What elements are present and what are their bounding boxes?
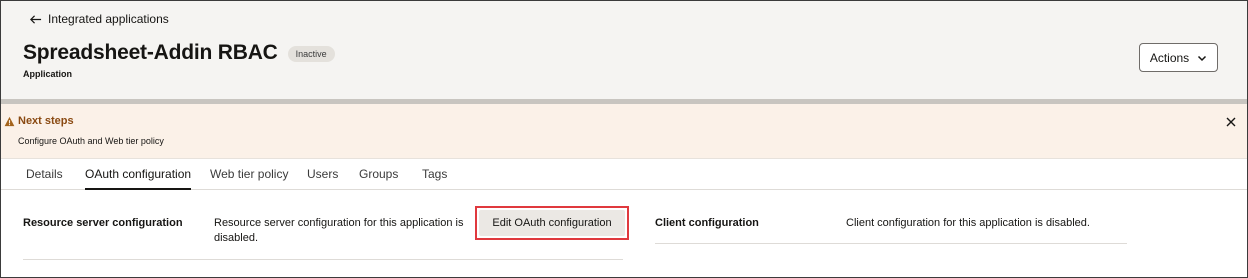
page-subtitle: Application <box>23 69 72 79</box>
title-row: Spreadsheet-Addin RBAC Inactive <box>23 41 335 65</box>
resource-server-label: Resource server configuration <box>23 217 183 229</box>
back-link[interactable]: Integrated applications <box>29 12 169 26</box>
resource-server-description: Resource server configuration for this a… <box>214 217 464 244</box>
edit-oauth-configuration-label: Edit OAuth configuration <box>479 210 625 236</box>
actions-button[interactable]: Actions <box>1139 43 1218 72</box>
status-badge: Inactive <box>287 46 335 62</box>
tab-web-tier-policy[interactable]: Web tier policy <box>210 167 288 190</box>
page-title: Spreadsheet-Addin RBAC <box>23 41 278 64</box>
tab-details[interactable]: Details <box>26 167 63 190</box>
tab-bar: Details OAuth configuration Web tier pol… <box>1 160 1247 190</box>
tab-groups[interactable]: Groups <box>359 167 398 190</box>
next-steps-banner: Next steps Configure OAuth and Web tier … <box>1 104 1247 159</box>
banner-title: Next steps <box>18 115 74 127</box>
close-icon[interactable] <box>1225 116 1237 128</box>
edit-oauth-configuration-button[interactable]: Edit OAuth configuration <box>475 206 629 240</box>
arrow-left-icon <box>30 14 42 24</box>
client-configuration-description: Client configuration for this applicatio… <box>846 217 1090 229</box>
resource-server-divider <box>23 259 623 260</box>
client-configuration-divider <box>655 243 1127 244</box>
chevron-down-icon <box>1198 55 1207 61</box>
tab-tags[interactable]: Tags <box>422 167 447 190</box>
app-window: Integrated applications Spreadsheet-Addi… <box>0 0 1248 278</box>
banner-text: Configure OAuth and Web tier policy <box>18 136 164 146</box>
warning-icon <box>4 116 15 127</box>
back-link-label: Integrated applications <box>48 12 169 26</box>
client-configuration-label: Client configuration <box>655 217 759 229</box>
tab-users[interactable]: Users <box>307 167 338 190</box>
actions-button-label: Actions <box>1149 50 1190 65</box>
page-header: Integrated applications Spreadsheet-Addi… <box>1 1 1247 99</box>
tab-oauth-configuration[interactable]: OAuth configuration <box>85 167 192 190</box>
